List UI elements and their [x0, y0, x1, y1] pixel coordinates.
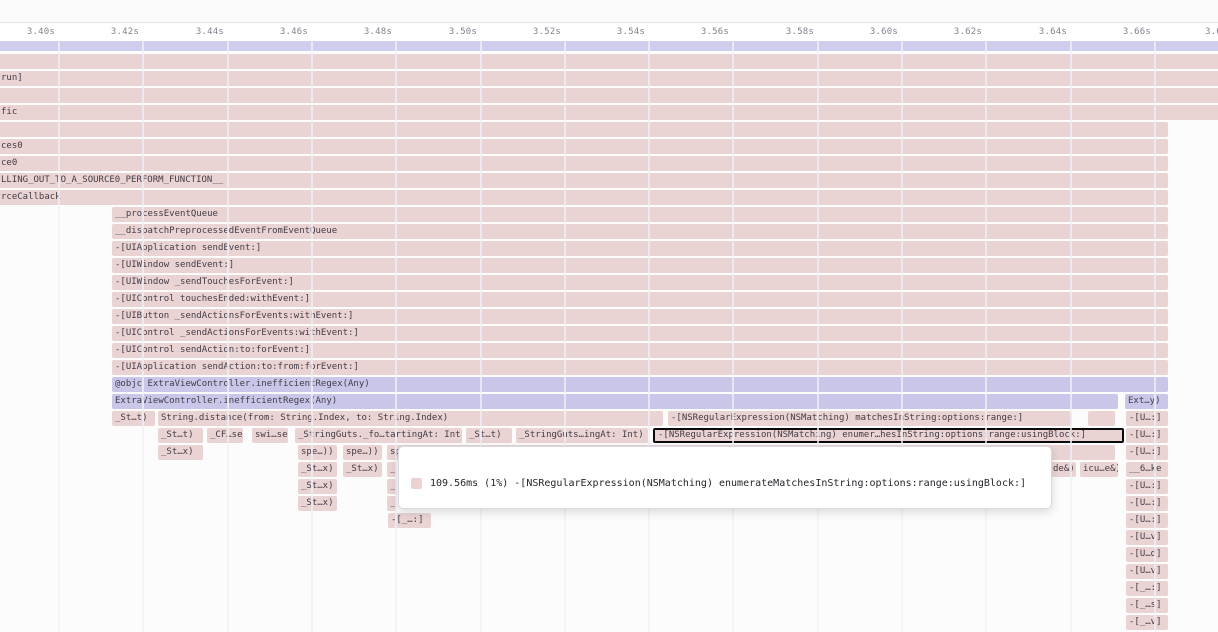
frame-bar[interactable]: -[UIControl _sendActionsForEvents:withEv…	[112, 326, 1168, 341]
frame-bar[interactable]	[0, 41, 1218, 51]
frame-bar[interactable]: -[UIControl sendAction:to:forEvent:]	[112, 343, 1168, 358]
frame-bar[interactable]: _St…x)	[343, 462, 382, 477]
time-gridline	[480, 41, 482, 632]
frame-bar[interactable]: __processEventQueue	[112, 207, 1168, 222]
frame-bar[interactable]	[0, 54, 1218, 69]
time-gridline	[311, 41, 313, 632]
flame-graph[interactable]: run] fic ces0 ce0 LLING_OUT_TO_A_SOURCE0_PER…	[0, 0, 1218, 632]
tooltip-title: 109.56ms (1%) -[NSRegularExpression(NSMa…	[430, 478, 1026, 489]
frame-bar[interactable]: _St…t)	[158, 428, 203, 443]
frame-bar[interactable]: spe…))	[298, 445, 337, 460]
frame-bar[interactable]: swi…se	[252, 428, 288, 443]
frame-bar[interactable]: _St…t)	[112, 411, 155, 426]
frame-bar[interactable]: -[UIApplication sendAction:to:from:forEv…	[112, 360, 1168, 375]
frame-bar[interactable]: _St…x)	[298, 479, 337, 494]
selected-frame-bar[interactable]: -[NSRegularExpression(NSMatching) enumer…	[653, 428, 1124, 443]
frame-bar[interactable]: ExtraViewController.inefficientRegex(Any…	[112, 394, 1118, 409]
frame-bar[interactable]: LLING_OUT_TO_A_SOURCE0_PERFORM_FUNCTION_…	[0, 173, 1168, 188]
frame-bar[interactable]: _St…x)	[298, 462, 337, 477]
time-gridline	[227, 41, 229, 632]
frame-bar[interactable]: -[_…s]	[1126, 598, 1168, 613]
time-gridline	[395, 41, 397, 632]
frame-tooltip: 109.56ms (1%) -[NSRegularExpression(NSMa…	[398, 446, 1052, 509]
frame-bar[interactable]: -[U…d]	[1126, 547, 1168, 562]
frame-bar[interactable]: ces0	[0, 139, 1168, 154]
time-gridline	[648, 41, 650, 632]
frame-bar[interactable]: run]	[0, 71, 1218, 86]
frame-bar[interactable]: fic	[0, 105, 1218, 120]
frame-bar[interactable]: __6…ke	[1126, 462, 1168, 477]
frame-bar[interactable]: _St…x)	[298, 496, 337, 511]
frame-bar[interactable]: -[_…v]	[1126, 615, 1168, 630]
time-gridline	[564, 41, 566, 632]
time-gridline	[58, 41, 60, 632]
frame-bar[interactable]: -[UIButton _sendActionsForEvents:withEve…	[112, 309, 1168, 324]
frame-bar[interactable]: -[U…v]	[1126, 530, 1168, 545]
frame-bar[interactable]: _StringGuts._fo…tartingAt: Int)	[295, 428, 462, 443]
frame-bar[interactable]: -[U…:]	[1126, 496, 1168, 511]
time-gridline	[817, 41, 819, 632]
time-gridline	[1154, 41, 1156, 632]
time-gridline	[732, 41, 734, 632]
frame-bar[interactable]: -[U…v]	[1126, 564, 1168, 579]
frame-bar[interactable]: _StringGuts…ingAt: Int)	[516, 428, 648, 443]
frame-bar[interactable]: -[U…:]	[1126, 428, 1168, 443]
frame-bar[interactable]: -[UIWindow _sendTouchesForEvent:]	[112, 275, 1168, 290]
frame-bar[interactable]: -[NSRegularExpression(NSMatching) matche…	[668, 411, 1072, 426]
frame-bar[interactable]: ce0	[0, 156, 1168, 171]
frame-bar[interactable]: _St…t)	[466, 428, 512, 443]
frame-bar[interactable]: _CF…se	[207, 428, 243, 443]
frame-bar[interactable]: String.distance(from: String.Index, to: …	[158, 411, 663, 426]
frame-bar[interactable]: -[U…:]	[1126, 513, 1168, 528]
frame-bar[interactable]: __dispatchPreprocessedEventFromEventQueu…	[112, 224, 1168, 239]
time-gridline	[901, 41, 903, 632]
frame-bar[interactable]: icu…e&)	[1080, 462, 1118, 477]
frame-bar[interactable]: -[UIControl touchesEnded:withEvent:]	[112, 292, 1168, 307]
frame-bar[interactable]: -[U…:]	[1126, 479, 1168, 494]
frame-bar[interactable]	[0, 122, 1168, 137]
frame-bar[interactable]	[0, 88, 1218, 103]
frame-bar[interactable]: Ext…y)	[1125, 394, 1168, 409]
frame-bar[interactable]: -[_…:]	[1126, 581, 1168, 596]
time-gridline	[1070, 41, 1072, 632]
frame-bar[interactable]: -[UIWindow sendEvent:]	[112, 258, 1168, 273]
frame-bar[interactable]: rceCallback	[0, 190, 1168, 205]
frame-color-swatch-icon	[411, 478, 422, 489]
time-gridline	[142, 41, 144, 632]
frame-bar[interactable]: -[U…:]	[1126, 445, 1168, 460]
instruments-flame-chart-view: 3.40s3.42s3.44s3.46s3.48s3.50s3.52s3.54s…	[0, 0, 1218, 632]
frame-bar[interactable]: de&)	[1050, 462, 1076, 477]
frame-bar[interactable]: @objc ExtraViewController.inefficientReg…	[112, 377, 1168, 392]
tooltip-title-row: 109.56ms (1%) -[NSRegularExpression(NSMa…	[411, 478, 1039, 489]
frame-bar[interactable]: _St…x)	[158, 445, 203, 460]
frame-bar[interactable]: -[UIApplication sendEvent:]	[112, 241, 1168, 256]
time-gridline	[985, 41, 987, 632]
frame-bar[interactable]: spe…))	[343, 445, 382, 460]
frame-bar[interactable]	[1088, 411, 1115, 426]
frame-bar[interactable]: -[U…:]	[1126, 411, 1168, 426]
